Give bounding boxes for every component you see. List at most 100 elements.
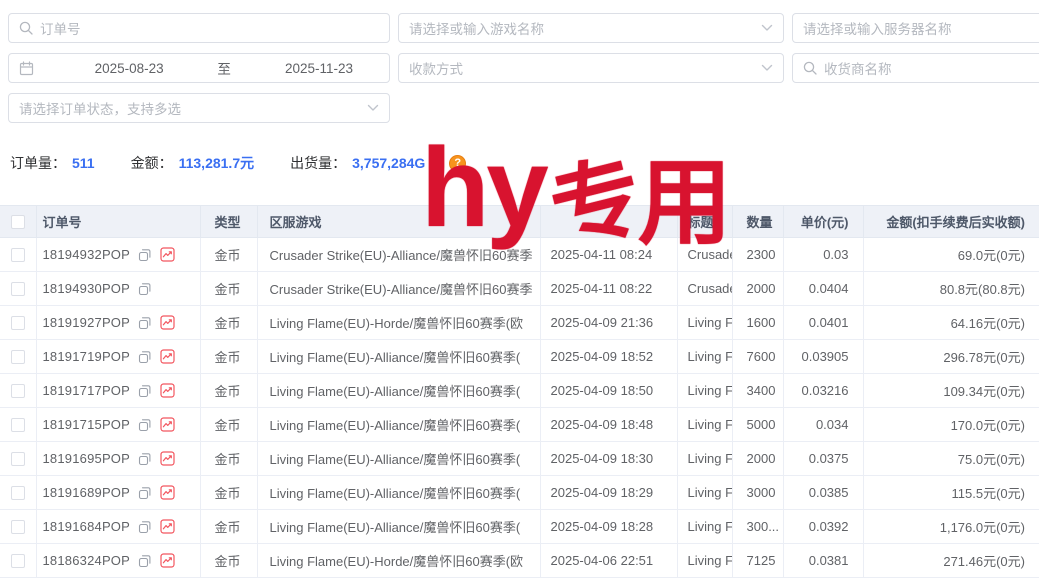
table-row: 18191689POP 金币 Living Flame(EU)-Alliance… [0,476,1039,510]
help-question-icon[interactable]: ? [449,155,466,172]
order-number: 18191695POP [43,451,131,466]
quantity-cell: 7600 [732,340,783,374]
image-icon[interactable] [160,315,175,330]
copy-icon[interactable] [138,282,152,296]
header-order-time [540,206,677,238]
region-game-cell: Living Flame(EU)-Alliance/魔兽怀旧60赛季( [257,510,540,544]
amount-label: 金额： [131,153,173,173]
row-checkbox[interactable] [11,418,25,432]
unit-price-cell: 0.034 [783,408,863,442]
title-cell: Living Flame [677,340,732,374]
copy-icon[interactable] [138,248,152,262]
type-cell: 金币 [200,374,257,408]
region-game-cell: Living Flame(EU)-Alliance/魔兽怀旧60赛季( [257,476,540,510]
receiver-name-search-input[interactable]: 收货商名称 [792,53,1039,83]
type-cell: 金币 [200,408,257,442]
order-number: 18191927POP [43,315,131,330]
row-checkbox[interactable] [11,248,25,262]
order-status-placeholder: 请选择订单状态，支持多选 [19,98,181,118]
copy-icon[interactable] [138,452,152,466]
order-status-multiselect[interactable]: 请选择订单状态，支持多选 [8,93,390,123]
title-cell: Living Flame [677,408,732,442]
region-game-cell: Living Flame(EU)-Horde/魔兽怀旧60赛季(欧 [257,306,540,340]
image-icon[interactable] [160,485,175,500]
table-row: 18191719POP 金币 Living Flame(EU)-Alliance… [0,340,1039,374]
table-row: 18191717POP 金币 Living Flame(EU)-Alliance… [0,374,1039,408]
amount-value: 113,281.7元 [179,153,255,173]
amount-cell: 75.0元(0元) [863,442,1039,476]
copy-icon[interactable] [138,418,152,432]
order-time-cell: 2025-04-09 18:52 [540,340,677,374]
row-checkbox[interactable] [11,384,25,398]
header-quantity: 数量 [732,206,783,238]
row-checkbox[interactable] [11,350,25,364]
search-icon [19,21,33,35]
row-checkbox[interactable] [11,554,25,568]
unit-price-cell: 0.0392 [783,510,863,544]
game-name-select[interactable]: 请选择或输入游戏名称 [398,13,784,43]
copy-icon[interactable] [138,520,152,534]
image-icon[interactable] [160,417,175,432]
date-separator: 至 [217,58,231,78]
order-number-search-input[interactable]: 订单号 [8,13,390,43]
date-end-value[interactable]: 2025-11-23 [259,61,379,76]
server-name-select[interactable]: 请选择或输入服务器名称 [792,13,1039,43]
order-count-value: 511 [72,155,95,171]
copy-icon[interactable] [138,486,152,500]
unit-price-cell: 0.0404 [783,272,863,306]
copy-icon[interactable] [138,316,152,330]
date-range-picker[interactable]: 2025-08-23 至 2025-11-23 [8,53,390,83]
date-start-value[interactable]: 2025-08-23 [69,61,189,76]
title-cell: Crusader Strike [677,238,732,272]
server-name-placeholder: 请选择或输入服务器名称 [803,18,952,38]
summary-stats-bar: 订单量： 511 金额： 113,281.7元 出货量： 3,757,284G … [10,153,466,173]
unit-price-cell: 0.0381 [783,544,863,578]
image-icon[interactable] [160,247,175,262]
order-time-cell: 2025-04-09 18:30 [540,442,677,476]
table-row: 18194932POP 金币 Crusader Strike(EU)-Allia… [0,238,1039,272]
copy-icon[interactable] [138,350,152,364]
image-icon[interactable] [160,349,175,364]
amount-cell: 109.34元(0元) [863,374,1039,408]
row-checkbox[interactable] [11,316,25,330]
shipment-value: 3,757,284G [352,155,425,171]
image-icon[interactable] [160,553,175,568]
copy-icon[interactable] [138,384,152,398]
region-game-cell: Crusader Strike(EU)-Alliance/魔兽怀旧60赛季 [257,272,540,306]
quantity-cell: 5000 [732,408,783,442]
type-cell: 金币 [200,306,257,340]
header-unit-price: 单价(元) [783,206,863,238]
type-cell: 金币 [200,476,257,510]
unit-price-cell: 0.03905 [783,340,863,374]
row-checkbox[interactable] [11,520,25,534]
unit-price-cell: 0.0385 [783,476,863,510]
header-amount: 金额(扣手续费后实收额) [863,206,1039,238]
select-all-checkbox[interactable] [11,215,25,229]
title-cell: Living Flame [677,442,732,476]
image-icon[interactable] [160,383,175,398]
unit-price-cell: 0.0401 [783,306,863,340]
region-game-cell: Living Flame(EU)-Alliance/魔兽怀旧60赛季( [257,408,540,442]
image-icon[interactable] [160,519,175,534]
row-checkbox[interactable] [11,452,25,466]
region-game-cell: Living Flame(EU)-Alliance/魔兽怀旧60赛季( [257,340,540,374]
amount-cell: 271.46元(0元) [863,544,1039,578]
type-cell: 金币 [200,510,257,544]
quantity-cell: 7125 [732,544,783,578]
chevron-down-icon [761,24,773,32]
region-game-cell: Living Flame(EU)-Alliance/魔兽怀旧60赛季( [257,442,540,476]
table-header-row: 订单号 类型 区服游戏 标题 数量 单价(元) 金额(扣手续费后实收额) [0,206,1039,238]
type-cell: 金币 [200,340,257,374]
payment-method-select[interactable]: 收款方式 [398,53,784,83]
receiver-name-placeholder: 收货商名称 [824,58,892,78]
calendar-icon [19,61,34,76]
image-icon[interactable] [160,451,175,466]
order-number: 18191689POP [43,485,131,500]
order-number: 18191684POP [43,519,131,534]
copy-icon[interactable] [138,554,152,568]
type-cell: 金币 [200,442,257,476]
game-name-placeholder: 请选择或输入游戏名称 [409,18,544,38]
order-time-cell: 2025-04-11 08:22 [540,272,677,306]
row-checkbox[interactable] [11,486,25,500]
row-checkbox[interactable] [11,282,25,296]
